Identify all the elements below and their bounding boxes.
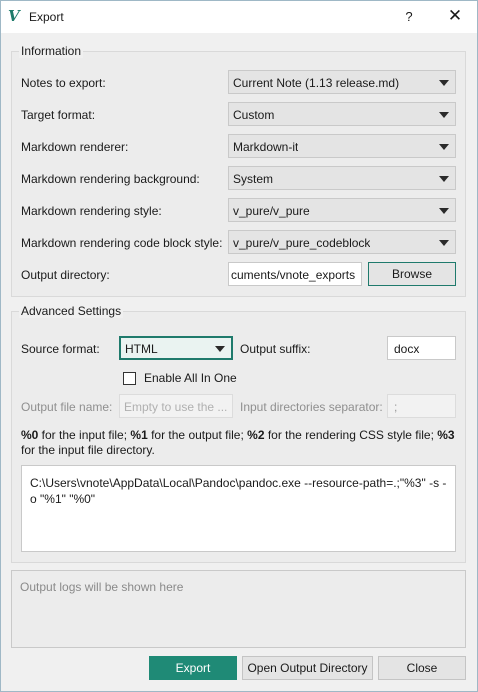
notes-to-export-label: Notes to export: — [21, 76, 106, 90]
notes-to-export-combo[interactable]: Current Note (1.13 release.md) — [228, 70, 456, 94]
rendering-style-value: v_pure/v_pure — [233, 204, 310, 218]
output-directory-value: cuments/vnote_exports — [231, 268, 356, 282]
information-group-title: Information — [19, 44, 84, 58]
help-button[interactable]: ? — [397, 5, 421, 29]
markdown-renderer-combo[interactable]: Markdown-it — [228, 134, 456, 158]
output-file-name-input[interactable]: Empty to use the ... — [119, 394, 233, 418]
output-suffix-input[interactable]: docx — [387, 336, 456, 360]
source-format-label: Source format: — [21, 342, 100, 356]
help-token-3: %3 — [437, 428, 455, 442]
advanced-settings-title: Advanced Settings — [19, 304, 124, 318]
chevron-down-icon — [439, 208, 449, 214]
chevron-down-icon — [439, 80, 449, 86]
rendering-background-label: Markdown rendering background: — [21, 172, 200, 186]
input-dir-separator-input[interactable]: ; — [387, 394, 456, 418]
title-bar: V Export ? ✕ — [1, 1, 477, 33]
source-format-value: HTML — [125, 342, 158, 356]
rendering-style-combo[interactable]: v_pure/v_pure — [228, 198, 456, 222]
output-directory-label: Output directory: — [21, 268, 110, 282]
help-text-2: for the output file; — [147, 428, 248, 442]
chevron-down-icon — [439, 112, 449, 118]
output-file-name-label: Output file name: — [21, 400, 113, 414]
dialog-title: Export — [29, 10, 64, 24]
enable-all-in-one-label: Enable All In One — [144, 371, 237, 385]
close-button[interactable]: Close — [378, 656, 466, 680]
rendering-style-label: Markdown rendering style: — [21, 204, 162, 218]
rendering-background-value: System — [233, 172, 274, 186]
code-block-style-value: v_pure/v_pure_codeblock — [233, 236, 371, 250]
markdown-renderer-value: Markdown-it — [233, 140, 299, 154]
output-file-name-placeholder: Empty to use the ... — [124, 400, 228, 414]
chevron-down-icon — [439, 240, 449, 246]
chevron-down-icon — [439, 144, 449, 150]
output-directory-input[interactable]: cuments/vnote_exports — [228, 262, 362, 286]
open-output-directory-button[interactable]: Open Output Directory — [242, 656, 373, 680]
close-window-button[interactable]: ✕ — [441, 5, 469, 29]
export-dialog: V Export ? ✕ Information Notes to export… — [0, 0, 478, 692]
help-text-4: for the input file directory. — [21, 443, 155, 457]
rendering-background-combo[interactable]: System — [228, 166, 456, 190]
help-token-2: %2 — [247, 428, 265, 442]
chevron-down-icon — [439, 176, 449, 182]
code-block-style-combo[interactable]: v_pure/v_pure_codeblock — [228, 230, 456, 254]
output-logs-area[interactable]: Output logs will be shown here — [11, 570, 466, 648]
output-suffix-value: docx — [394, 342, 420, 356]
pandoc-command-textarea[interactable]: C:\Users\vnote\AppData\Local\Pandoc\pand… — [21, 465, 456, 552]
code-block-style-label: Markdown rendering code block style: — [21, 236, 223, 250]
input-dir-separator-value: ; — [394, 400, 398, 414]
chevron-down-icon — [215, 346, 225, 352]
help-text-3: for the rendering CSS style file; — [264, 428, 438, 442]
export-button[interactable]: Export — [149, 656, 237, 680]
enable-all-in-one-checkbox[interactable] — [123, 372, 136, 385]
target-format-label: Target format: — [21, 108, 96, 122]
browse-button[interactable]: Browse — [368, 262, 456, 286]
target-format-value: Custom — [233, 108, 275, 122]
source-format-combo[interactable]: HTML — [119, 336, 233, 360]
output-logs-placeholder: Output logs will be shown here — [20, 580, 184, 594]
vnote-logo-icon: V — [8, 7, 20, 25]
help-token-1: %1 — [130, 428, 148, 442]
help-token-0: %0 — [21, 428, 39, 442]
placeholder-help-text: %0 for the input file; %1 for the output… — [21, 428, 461, 458]
input-dir-separator-label: Input directories separator: — [240, 400, 383, 414]
target-format-combo[interactable]: Custom — [228, 102, 456, 126]
output-suffix-label: Output suffix: — [240, 342, 311, 356]
notes-to-export-value: Current Note (1.13 release.md) — [233, 76, 400, 90]
help-text-1: for the input file; — [38, 428, 131, 442]
markdown-renderer-label: Markdown renderer: — [21, 140, 129, 154]
